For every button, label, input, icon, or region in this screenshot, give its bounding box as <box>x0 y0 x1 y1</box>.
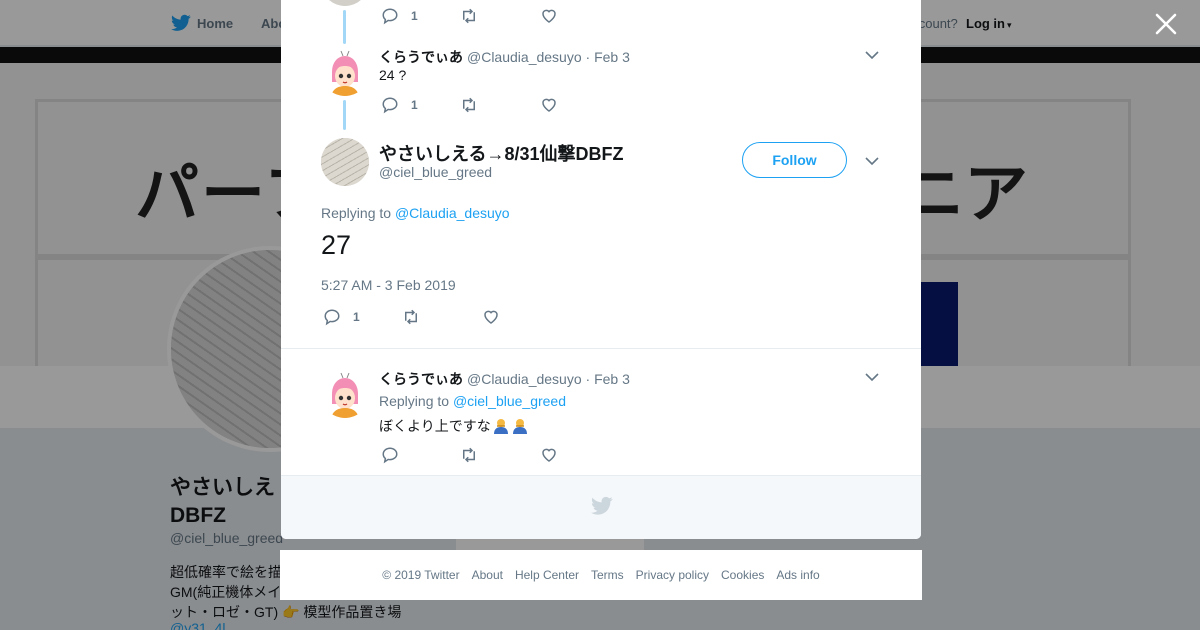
divider <box>281 348 921 349</box>
claudia-avatar-image <box>321 48 369 96</box>
reply-tweet-text: ぼくより上ですな <box>379 416 529 436</box>
main-tweet-actions: 1 <box>323 308 523 328</box>
retweet-action[interactable] <box>460 7 478 25</box>
replying-to-label: Replying to <box>379 393 450 409</box>
footer-link-cookies[interactable]: Cookies <box>721 568 764 582</box>
reply-count: 1 <box>411 9 418 23</box>
retweet-icon <box>463 8 475 24</box>
claudia-avatar-image <box>321 370 369 418</box>
heart-icon <box>542 9 556 23</box>
tweet-actions: 1 <box>381 7 581 27</box>
like-action[interactable] <box>540 96 558 114</box>
tweet-modal: 1 くらうでぃあ@Claudia_desuyo · Feb 3 24 ? 1 <box>281 0 921 539</box>
like-action[interactable] <box>482 308 500 326</box>
reply-text: ぼくより上ですな <box>379 418 491 434</box>
tweet-header: くらうでぃあ @Claudia_desuyo · Feb 3 <box>379 47 630 67</box>
footer-link-ads-info[interactable]: Ads info <box>776 568 819 582</box>
site-footer: © 2019 Twitter About Help Center Terms P… <box>280 550 922 600</box>
bowing-person-emoji-icon <box>512 419 527 434</box>
retweet-icon <box>405 309 417 325</box>
reply-count: 1 <box>411 98 418 112</box>
chevron-down-icon[interactable] <box>864 47 880 63</box>
main-author-name[interactable]: やさいしえる→8/31仙撃DBFZ <box>379 140 623 166</box>
footer-link-terms[interactable]: Terms <box>591 568 624 582</box>
reply-action[interactable]: 1 <box>381 7 418 25</box>
tweet-date[interactable]: · Feb 3 <box>586 49 630 65</box>
like-action[interactable] <box>540 7 558 25</box>
tweet-actions <box>381 446 581 466</box>
heart-icon <box>542 98 556 112</box>
follow-button[interactable]: Follow <box>742 142 847 178</box>
claudia-avatar[interactable] <box>321 370 369 418</box>
author-handle[interactable]: @Claudia_desuyo <box>467 49 582 65</box>
retweet-action[interactable] <box>460 446 478 464</box>
retweet-icon <box>463 97 475 113</box>
close-icon[interactable] <box>1154 12 1178 36</box>
reply-icon <box>324 309 340 326</box>
twitter-bird-icon <box>591 496 613 515</box>
tweet-header: くらうでぃあ @Claudia_desuyo · Feb 3 <box>379 369 630 389</box>
retweet-action[interactable] <box>402 308 420 326</box>
replying-to-handle-link[interactable]: @ciel_blue_greed <box>453 393 566 409</box>
tweet-actions: 1 <box>381 96 581 116</box>
like-action[interactable] <box>540 446 558 464</box>
footer-link-help-center[interactable]: Help Center <box>515 568 579 582</box>
footer-link-about[interactable]: About <box>472 568 503 582</box>
author-name[interactable]: くらうでぃあ <box>379 49 463 65</box>
reply-action[interactable] <box>381 446 399 464</box>
reply-icon <box>382 447 398 464</box>
tweet-text: 24 ? <box>379 67 407 83</box>
chevron-down-icon[interactable] <box>864 153 880 169</box>
thread-connector <box>343 100 346 130</box>
replying-to: Replying to @ciel_blue_greed <box>379 393 566 409</box>
main-author-avatar[interactable] <box>321 138 369 186</box>
footer-copyright: © 2019 Twitter <box>382 568 460 582</box>
footer-link-privacy[interactable]: Privacy policy <box>636 568 709 582</box>
main-tweet-timestamp[interactable]: 5:27 AM - 3 Feb 2019 <box>321 277 456 293</box>
replying-to-label: Replying to <box>321 205 392 221</box>
modal-footer <box>281 475 921 539</box>
heart-icon <box>484 310 498 324</box>
reply-icon <box>382 8 398 25</box>
main-tweet-text: 27 <box>321 230 352 260</box>
replying-to: Replying to @Claudia_desuyo <box>321 205 510 221</box>
reply-action[interactable]: 1 <box>323 308 360 326</box>
cropped-avatar[interactable] <box>321 0 369 6</box>
tweet-date[interactable]: · Feb 3 <box>586 371 630 387</box>
author-name[interactable]: くらうでぃあ <box>379 371 463 387</box>
reply-icon <box>382 97 398 114</box>
bowing-person-emoji-icon <box>493 419 508 434</box>
sketch-avatar-image <box>321 138 369 186</box>
chevron-down-icon[interactable] <box>864 369 880 385</box>
heart-icon <box>542 448 556 462</box>
replying-to-handle-link[interactable]: @Claudia_desuyo <box>395 205 510 221</box>
retweet-icon <box>463 447 475 463</box>
retweet-action[interactable] <box>460 96 478 114</box>
reply-count: 1 <box>353 310 360 324</box>
claudia-avatar[interactable] <box>321 48 369 96</box>
thread-connector <box>343 10 346 44</box>
main-author-handle[interactable]: @ciel_blue_greed <box>379 164 492 180</box>
reply-action[interactable]: 1 <box>381 96 418 114</box>
author-handle[interactable]: @Claudia_desuyo <box>467 371 582 387</box>
